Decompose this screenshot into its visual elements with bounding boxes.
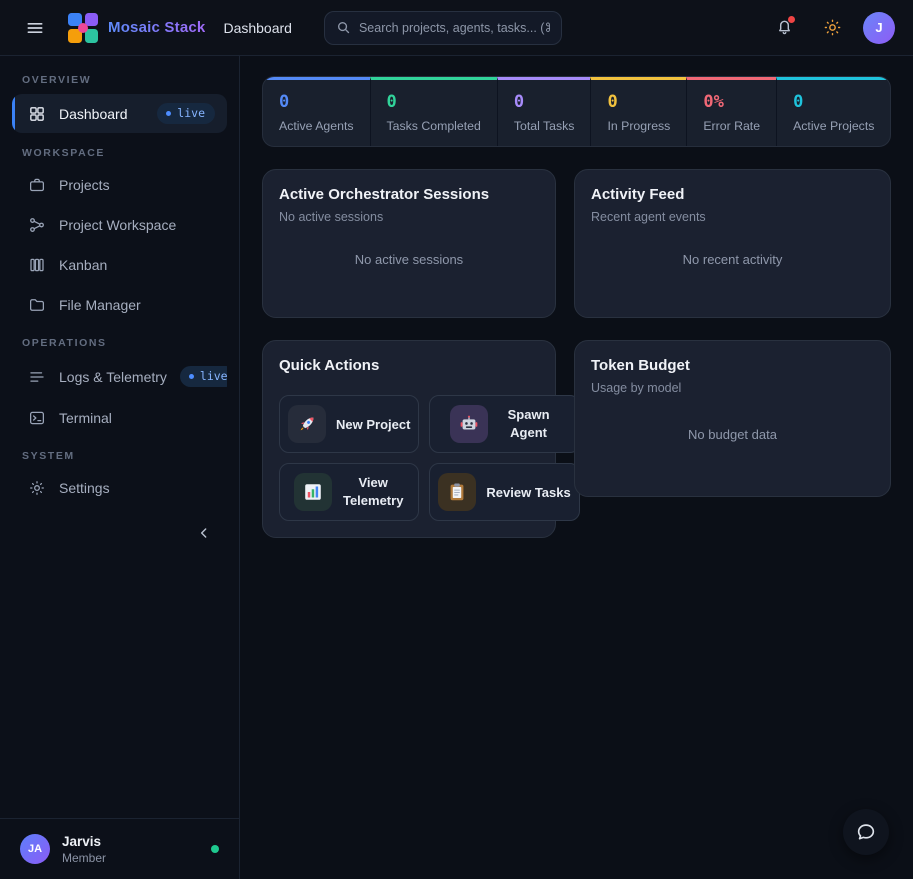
menu-icon	[25, 18, 45, 38]
section-label-operations: OPERATIONS	[22, 337, 217, 349]
section-label-overview: OVERVIEW	[22, 74, 217, 86]
card-subtitle: Usage by model	[591, 381, 874, 395]
sidebar-item-file-manager[interactable]: File Manager	[12, 287, 227, 323]
sidebar-item-project-workspace[interactable]: Project Workspace	[12, 207, 227, 243]
card-subtitle: Recent agent events	[591, 210, 874, 224]
brand-name: Mosaic Stack	[108, 19, 205, 36]
quick-actions-card: Quick Actions New Project Spawn Agent	[262, 340, 556, 538]
card-title: Token Budget	[591, 357, 874, 374]
search-box[interactable]	[324, 11, 562, 45]
logs-lines-icon	[28, 368, 46, 386]
live-badge: live	[180, 366, 227, 387]
sidebar-item-kanban[interactable]: Kanban	[12, 247, 227, 283]
main-content: 0 Active Agents 0 Tasks Completed 0 Tota…	[240, 56, 913, 879]
card-title: Activity Feed	[591, 186, 874, 203]
stat-value: 0	[793, 92, 874, 112]
stat-label: Active Projects	[793, 119, 874, 133]
chat-bubble-icon	[855, 821, 877, 843]
stat-value: 0	[607, 92, 670, 112]
menu-button[interactable]	[18, 11, 52, 45]
view-telemetry-button[interactable]: View Telemetry	[279, 463, 419, 521]
new-project-button[interactable]: New Project	[279, 395, 419, 453]
search-icon	[336, 20, 351, 35]
folder-icon	[28, 296, 46, 314]
token-budget-card: Token Budget Usage by model No budget da…	[574, 340, 891, 497]
sidebar-item-terminal[interactable]: Terminal	[12, 400, 227, 436]
robot-icon	[450, 405, 488, 443]
spawn-agent-button[interactable]: Spawn Agent	[429, 395, 579, 453]
online-status-dot	[211, 845, 219, 853]
activity-feed-card: Activity Feed Recent agent events No rec…	[574, 169, 891, 318]
stat-value: 0	[387, 92, 481, 112]
sidebar: OVERVIEW Dashboard live WORKSPACE Projec…	[0, 56, 240, 879]
stat-label: In Progress	[607, 119, 670, 133]
dashboard-grid-icon	[28, 105, 46, 123]
topbar: Mosaic Stack Dashboard J	[0, 0, 913, 56]
empty-state-text: No budget data	[591, 395, 874, 480]
stat-label: Total Tasks	[514, 119, 575, 133]
kanban-columns-icon	[28, 256, 46, 274]
live-badge: live	[157, 103, 215, 124]
stat-in-progress: 0 In Progress	[590, 77, 686, 146]
rocket-icon	[288, 405, 326, 443]
stat-active-agents: 0 Active Agents	[263, 77, 370, 146]
sidebar-item-dashboard[interactable]: Dashboard live	[12, 94, 227, 133]
stat-label: Tasks Completed	[387, 119, 481, 133]
sidebar-collapse-button[interactable]	[189, 518, 219, 548]
terminal-icon	[28, 409, 46, 427]
empty-state-text: No recent activity	[591, 224, 874, 301]
empty-state-text: No active sessions	[279, 224, 539, 301]
review-tasks-button[interactable]: Review Tasks	[429, 463, 579, 521]
theme-toggle-button[interactable]	[815, 11, 849, 45]
chat-fab-button[interactable]	[843, 809, 889, 855]
stat-value: 0%	[703, 92, 760, 112]
section-label-system: SYSTEM	[22, 450, 217, 462]
sessions-card: Active Orchestrator Sessions No active s…	[262, 169, 556, 318]
mosaic-logo-icon	[68, 13, 98, 43]
sun-icon	[823, 18, 842, 37]
stat-active-projects: 0 Active Projects	[776, 77, 890, 146]
chart-icon	[294, 473, 332, 511]
section-label-workspace: WORKSPACE	[22, 147, 217, 159]
stat-label: Error Rate	[703, 119, 760, 133]
stat-label: Active Agents	[279, 119, 354, 133]
network-nodes-icon	[28, 216, 46, 234]
stat-value: 0	[279, 92, 354, 112]
card-title: Active Orchestrator Sessions	[279, 186, 539, 203]
sidebar-item-projects[interactable]: Projects	[12, 167, 227, 203]
stats-row: 0 Active Agents 0 Tasks Completed 0 Tota…	[262, 76, 891, 147]
briefcase-icon	[28, 176, 46, 194]
gear-icon	[28, 479, 46, 497]
search-input[interactable]	[359, 21, 550, 35]
user-area[interactable]: JA Jarvis Member	[0, 818, 239, 879]
stat-value: 0	[514, 92, 575, 112]
clipboard-icon	[438, 473, 476, 511]
notifications-button[interactable]	[767, 11, 801, 45]
user-role: Member	[62, 851, 106, 865]
notification-dot	[788, 16, 795, 23]
card-title: Quick Actions	[279, 357, 539, 374]
user-name: Jarvis	[62, 833, 106, 851]
card-subtitle: No active sessions	[279, 210, 539, 224]
sidebar-item-logs-telemetry[interactable]: Logs & Telemetry live	[12, 357, 227, 396]
page-title: Dashboard	[223, 20, 292, 36]
stat-total-tasks: 0 Total Tasks	[497, 77, 591, 146]
chevron-left-icon	[196, 525, 212, 541]
stat-tasks-completed: 0 Tasks Completed	[370, 77, 497, 146]
stat-error-rate: 0% Error Rate	[686, 77, 776, 146]
sidebar-item-settings[interactable]: Settings	[12, 470, 227, 506]
active-indicator-bar	[12, 94, 15, 133]
user-initials-avatar: JA	[20, 834, 50, 864]
user-avatar[interactable]: J	[863, 12, 895, 44]
